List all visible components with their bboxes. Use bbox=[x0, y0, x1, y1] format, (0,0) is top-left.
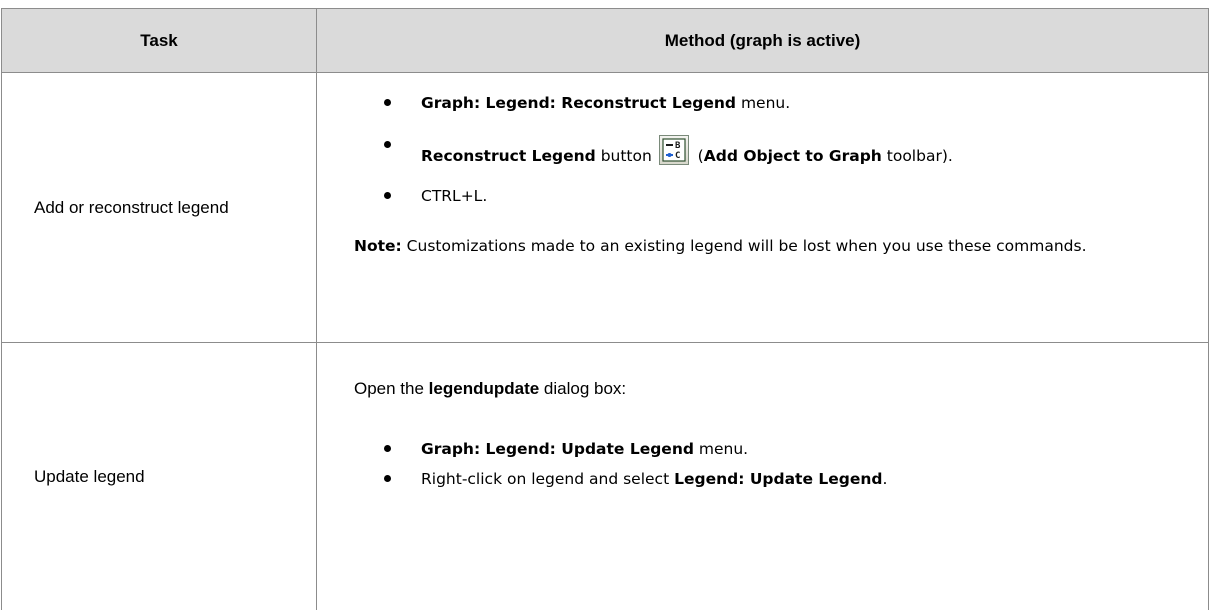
list-item-text: menu. bbox=[736, 94, 790, 112]
task-cell: Update legend bbox=[2, 343, 317, 610]
svg-text:B: B bbox=[675, 141, 681, 151]
table-header-row: Task Method (graph is active) bbox=[2, 9, 1209, 73]
reconstruct-legend-icon: B C bbox=[659, 135, 689, 165]
intro-text: dialog box: bbox=[539, 379, 626, 398]
method-list: Graph: Legend: Update Legend menu. Right… bbox=[354, 439, 1184, 489]
intro-paragraph: Open the legendupdate dialog box: bbox=[354, 378, 1184, 399]
method-column-header: Method (graph is active) bbox=[317, 9, 1209, 73]
bullet-icon bbox=[384, 475, 391, 482]
method-list: Graph: Legend: Reconstruct Legend menu. … bbox=[354, 93, 1184, 206]
note-paragraph: Note: Customizations made to an existing… bbox=[354, 236, 1184, 256]
table-row: Update legend Open the legendupdate dial… bbox=[2, 343, 1209, 610]
list-item: Graph: Legend: Reconstruct Legend menu. bbox=[354, 93, 1184, 113]
list-item-text: toolbar). bbox=[882, 147, 953, 165]
table-row: Add or reconstruct legend Graph: Legend:… bbox=[2, 73, 1209, 343]
toolbar-name: Add Object to Graph bbox=[704, 147, 882, 165]
button-name: Reconstruct Legend bbox=[421, 147, 596, 165]
note-text: Customizations made to an existing legen… bbox=[402, 237, 1087, 255]
method-cell: Graph: Legend: Reconstruct Legend menu. … bbox=[317, 73, 1209, 343]
bullet-icon bbox=[384, 445, 391, 452]
list-item-text: button bbox=[596, 147, 657, 165]
keyboard-shortcut: CTRL+L. bbox=[421, 187, 487, 205]
list-item-text: menu. bbox=[694, 440, 748, 458]
menu-path: Legend: Update Legend bbox=[674, 470, 882, 488]
dialog-name: legendupdate bbox=[429, 379, 540, 398]
menu-path: Graph: Legend: Update Legend bbox=[421, 440, 694, 458]
bullet-icon bbox=[384, 192, 391, 199]
intro-text: Open the bbox=[354, 379, 429, 398]
list-item: CTRL+L. bbox=[354, 186, 1184, 206]
svg-text:C: C bbox=[675, 151, 680, 161]
bullet-icon bbox=[384, 99, 391, 106]
list-item-text: . bbox=[883, 470, 888, 488]
list-item: Graph: Legend: Update Legend menu. bbox=[354, 439, 1184, 459]
list-item: Reconstruct Legend button B C (Add Objec… bbox=[354, 135, 1184, 166]
note-label: Note: bbox=[354, 237, 402, 255]
list-item: Right-click on legend and select Legend:… bbox=[354, 469, 1184, 489]
task-cell: Add or reconstruct legend bbox=[2, 73, 317, 343]
menu-path: Graph: Legend: Reconstruct Legend bbox=[421, 94, 736, 112]
list-item-text: Right-click on legend and select bbox=[421, 470, 674, 488]
list-item-text: ( bbox=[693, 147, 704, 165]
task-column-header: Task bbox=[2, 9, 317, 73]
document-page: Task Method (graph is active) Add or rec… bbox=[0, 0, 1212, 602]
method-cell: Open the legendupdate dialog box: Graph:… bbox=[317, 343, 1209, 610]
methods-table: Task Method (graph is active) Add or rec… bbox=[1, 8, 1209, 610]
bullet-icon bbox=[384, 141, 391, 148]
